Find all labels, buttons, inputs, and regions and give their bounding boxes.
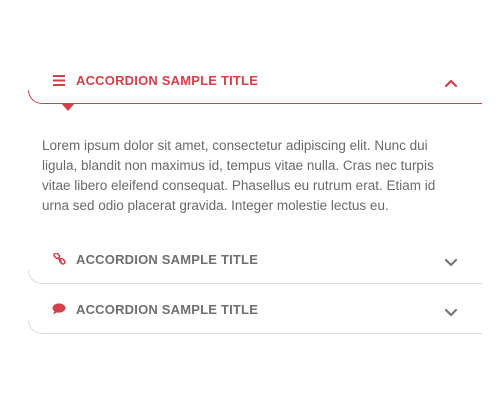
accordion-item-2: ACCORDION SAMPLE TITLE xyxy=(28,234,482,284)
menu-lines-icon xyxy=(52,73,66,87)
accordion-header-3[interactable]: ACCORDION SAMPLE TITLE xyxy=(28,284,482,334)
accordion-title-1: ACCORDION SAMPLE TITLE xyxy=(76,72,259,88)
accordion-item-3: ACCORDION SAMPLE TITLE xyxy=(28,284,482,334)
chevron-down-icon[interactable] xyxy=(444,254,458,267)
chevron-up-icon[interactable] xyxy=(444,75,458,88)
comment-icon xyxy=(52,302,66,316)
accordion-header-2[interactable]: ACCORDION SAMPLE TITLE xyxy=(28,234,482,284)
accordion-item-1: ACCORDION SAMPLE TITLE Lorem ipsum dolor… xyxy=(28,56,482,234)
accordion-title-3: ACCORDION SAMPLE TITLE xyxy=(76,301,259,317)
accordion-divider-1 xyxy=(28,90,482,104)
chevron-down-icon[interactable] xyxy=(444,304,458,317)
accordion-divider-3 xyxy=(28,320,482,334)
active-pointer xyxy=(61,103,75,111)
accordion-divider-2 xyxy=(28,270,482,284)
accordion-body-1: Lorem ipsum dolor sit amet, consectetur … xyxy=(42,138,436,213)
accordion-header-1[interactable]: ACCORDION SAMPLE TITLE xyxy=(28,56,482,111)
link-icon xyxy=(52,252,66,266)
accordion: ACCORDION SAMPLE TITLE Lorem ipsum dolor… xyxy=(28,56,482,334)
accordion-title-2: ACCORDION SAMPLE TITLE xyxy=(76,251,259,267)
